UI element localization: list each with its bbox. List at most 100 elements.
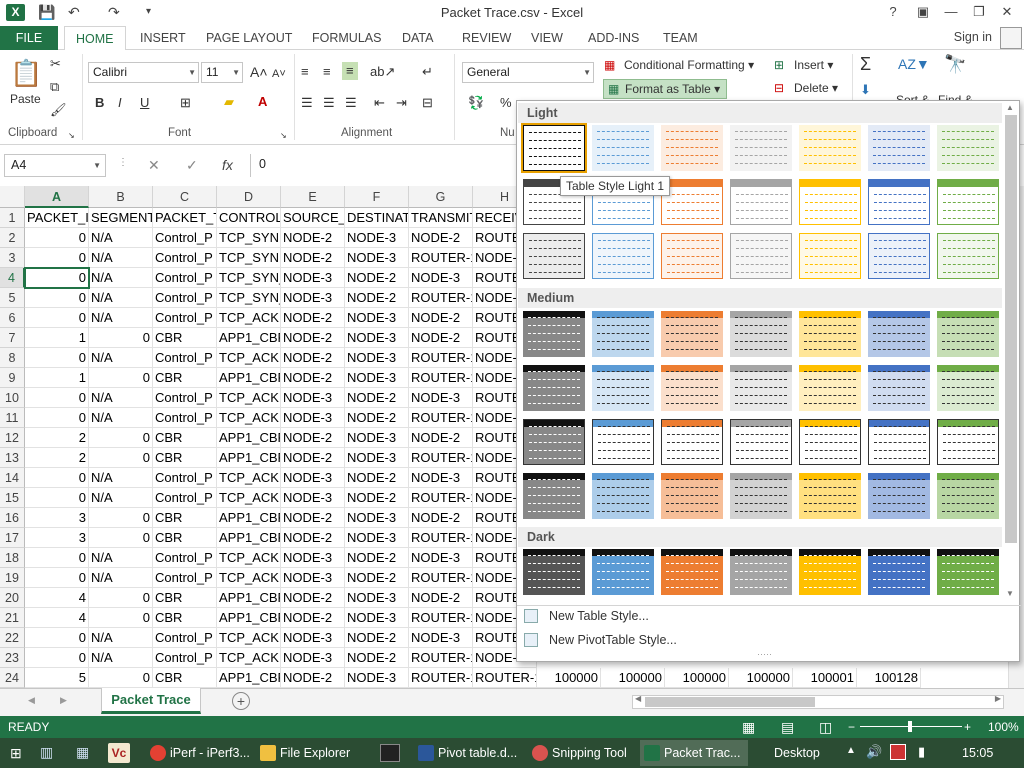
cell[interactable]: 2 bbox=[25, 428, 89, 448]
cell[interactable]: ROUTER-1 bbox=[409, 368, 473, 388]
table-style-swatch[interactable] bbox=[868, 549, 930, 595]
table-style-swatch[interactable] bbox=[937, 549, 999, 595]
cell[interactable]: NODE-3 bbox=[345, 348, 409, 368]
sign-in-link[interactable]: Sign in bbox=[954, 30, 992, 44]
cell[interactable]: CONTROL_ bbox=[217, 208, 281, 228]
row-header[interactable]: 1 bbox=[0, 208, 25, 228]
row-header[interactable]: 14 bbox=[0, 468, 25, 488]
cell[interactable]: NODE-3 bbox=[281, 408, 345, 428]
row-header[interactable]: 20 bbox=[0, 588, 25, 608]
row-header[interactable]: 13 bbox=[0, 448, 25, 468]
cell[interactable]: Control_P bbox=[153, 548, 217, 568]
cell[interactable]: N/A bbox=[89, 248, 153, 268]
cell[interactable]: 3 bbox=[25, 528, 89, 548]
cell[interactable]: 0 bbox=[25, 568, 89, 588]
tab-review[interactable]: REVIEW bbox=[462, 30, 511, 46]
cell[interactable]: 100000 bbox=[601, 668, 665, 688]
cell[interactable]: NODE-3 bbox=[281, 648, 345, 668]
sort-filter-icon[interactable]: AZ▼ bbox=[898, 56, 930, 72]
table-style-swatch[interactable] bbox=[730, 419, 792, 465]
cell[interactable]: TCP_ACK bbox=[217, 648, 281, 668]
horizontal-scroll-thumb[interactable] bbox=[645, 697, 815, 707]
table-style-swatch[interactable] bbox=[592, 365, 654, 411]
cell[interactable]: TCP_ACK bbox=[217, 308, 281, 328]
font-color-icon[interactable]: A bbox=[258, 94, 267, 110]
horizontal-scrollbar[interactable]: ◀ ▶ bbox=[632, 694, 1004, 709]
new-pivottable-style-item[interactable]: New PivotTable Style... bbox=[517, 629, 1021, 651]
row-header[interactable]: 7 bbox=[0, 328, 25, 348]
cell[interactable]: APP1_CBR bbox=[217, 448, 281, 468]
cell[interactable]: Control_P bbox=[153, 288, 217, 308]
table-style-swatch[interactable] bbox=[592, 549, 654, 595]
cell[interactable]: NODE-2 bbox=[345, 268, 409, 288]
cell[interactable]: NODE-2 bbox=[345, 548, 409, 568]
cell[interactable]: NODE-3 bbox=[409, 468, 473, 488]
wrap-text-icon[interactable]: ↵ bbox=[422, 64, 433, 80]
cell[interactable]: 0 bbox=[89, 508, 153, 528]
table-style-swatch[interactable] bbox=[592, 419, 654, 465]
cell[interactable]: N/A bbox=[89, 268, 153, 288]
cell[interactable]: Control_P bbox=[153, 468, 217, 488]
cell[interactable]: ROUTER-1 bbox=[409, 568, 473, 588]
formula-input[interactable]: 0 bbox=[250, 154, 520, 177]
cell[interactable]: N/A bbox=[89, 468, 153, 488]
font-name-select[interactable]: Calibri ▼ bbox=[88, 62, 199, 83]
table-style-swatch[interactable] bbox=[523, 473, 585, 519]
row-header[interactable]: 9 bbox=[0, 368, 25, 388]
cell[interactable]: NODE-2 bbox=[345, 488, 409, 508]
table-style-swatch[interactable] bbox=[937, 473, 999, 519]
table-style-swatch[interactable] bbox=[868, 419, 930, 465]
cell[interactable]: 4 bbox=[25, 608, 89, 628]
cell[interactable]: TCP_ACK bbox=[217, 488, 281, 508]
cell[interactable]: NODE-2 bbox=[345, 408, 409, 428]
table-style-swatch[interactable] bbox=[661, 365, 723, 411]
zoom-level[interactable]: 100% bbox=[988, 716, 1019, 738]
align-left-icon[interactable]: ☰ bbox=[301, 95, 313, 111]
calculator-pin-icon[interactable]: ▦ bbox=[76, 744, 89, 761]
cell[interactable]: DESTINAT bbox=[345, 208, 409, 228]
cell[interactable]: NODE-3 bbox=[281, 568, 345, 588]
cell[interactable]: TCP_SYN_ bbox=[217, 288, 281, 308]
explorer-pin-icon[interactable]: ▥ bbox=[40, 744, 53, 761]
scroll-right-icon[interactable]: ▶ bbox=[995, 694, 1001, 703]
close-button[interactable]: ✕ bbox=[992, 2, 1022, 22]
row-header[interactable]: 15 bbox=[0, 488, 25, 508]
name-box[interactable]: A4 ▼ bbox=[4, 154, 106, 177]
row-header[interactable]: 23 bbox=[0, 648, 25, 668]
align-right-icon[interactable]: ☰ bbox=[345, 95, 357, 111]
cell[interactable]: TCP_ACK bbox=[217, 468, 281, 488]
cell[interactable]: NODE-2 bbox=[281, 228, 345, 248]
table-style-swatch[interactable] bbox=[661, 473, 723, 519]
zoom-out-icon[interactable]: − bbox=[848, 716, 855, 738]
cell[interactable]: NODE-2 bbox=[409, 508, 473, 528]
cell[interactable]: TCP_SYN_ bbox=[217, 268, 281, 288]
restore-button[interactable]: ❐ bbox=[964, 2, 994, 22]
delete-cells-button[interactable]: ⊟ Delete ▾ bbox=[774, 80, 838, 96]
paste-icon[interactable]: 📋 bbox=[10, 58, 42, 88]
table-style-swatch[interactable] bbox=[937, 179, 999, 225]
column-header-d[interactable]: D bbox=[217, 186, 281, 208]
cell[interactable]: CBR bbox=[153, 368, 217, 388]
column-header-a[interactable]: A bbox=[25, 186, 89, 208]
cell[interactable]: N/A bbox=[89, 648, 153, 668]
cell[interactable]: 4 bbox=[25, 588, 89, 608]
cell[interactable]: 0 bbox=[25, 408, 89, 428]
cell[interactable]: NODE-2 bbox=[281, 348, 345, 368]
cell[interactable]: NODE-3 bbox=[281, 468, 345, 488]
table-style-swatch[interactable] bbox=[523, 365, 585, 411]
table-style-swatch[interactable] bbox=[592, 125, 654, 171]
cell[interactable]: NODE-2 bbox=[281, 308, 345, 328]
cell[interactable]: APP1_CBR bbox=[217, 608, 281, 628]
row-header[interactable]: 3 bbox=[0, 248, 25, 268]
tab-team[interactable]: TEAM bbox=[663, 30, 698, 46]
scroll-left-icon[interactable]: ◀ bbox=[635, 694, 641, 703]
underline-button[interactable]: U bbox=[140, 95, 149, 111]
table-style-swatch[interactable] bbox=[799, 549, 861, 595]
scroll-up-icon[interactable]: ▲ bbox=[1006, 103, 1014, 112]
cell[interactable]: ROUTER-1 bbox=[409, 648, 473, 668]
cell[interactable]: 0 bbox=[89, 668, 153, 688]
cell[interactable]: CBR bbox=[153, 328, 217, 348]
table-style-swatch[interactable] bbox=[730, 549, 792, 595]
row-header[interactable]: 8 bbox=[0, 348, 25, 368]
cell[interactable]: 0 bbox=[25, 548, 89, 568]
